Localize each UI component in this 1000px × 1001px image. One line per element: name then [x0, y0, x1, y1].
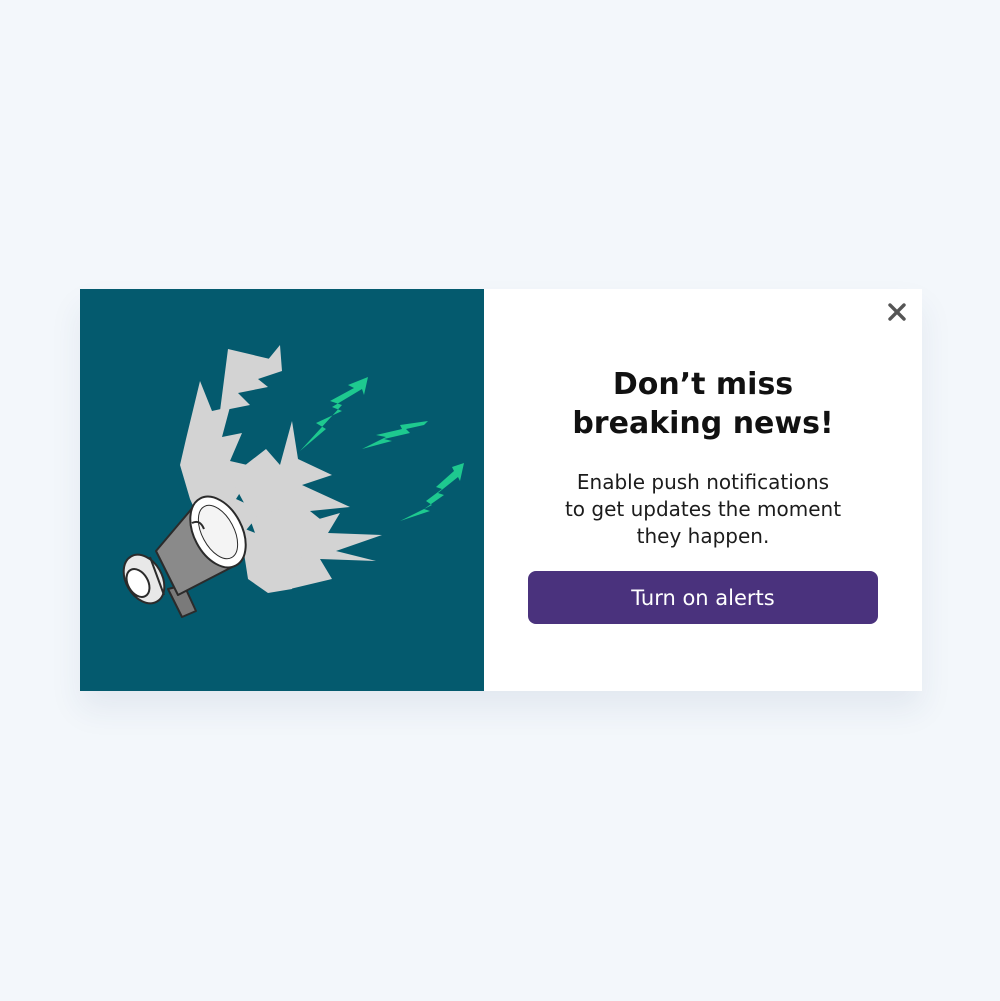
description-line-3: they happen. — [636, 524, 770, 548]
megaphone-illustration — [122, 345, 464, 618]
headline-line-2: breaking news! — [572, 406, 834, 441]
push-notification-popup: Don’t miss breaking news! Enable push no… — [80, 289, 922, 691]
popup-headline: Don’t miss breaking news! — [484, 365, 922, 443]
description-line-1: Enable push notifications — [576, 470, 830, 494]
close-button[interactable] — [886, 301, 908, 323]
headline-line-1: Don’t miss — [612, 367, 794, 402]
popup-content: Don’t miss breaking news! Enable push no… — [484, 289, 922, 691]
popup-description: Enable push notifications to get updates… — [484, 469, 922, 550]
turn-on-alerts-button[interactable]: Turn on alerts — [528, 571, 878, 624]
illustration-panel — [80, 289, 484, 691]
description-line-2: to get updates the moment — [564, 497, 842, 521]
close-icon[interactable] — [886, 301, 908, 323]
